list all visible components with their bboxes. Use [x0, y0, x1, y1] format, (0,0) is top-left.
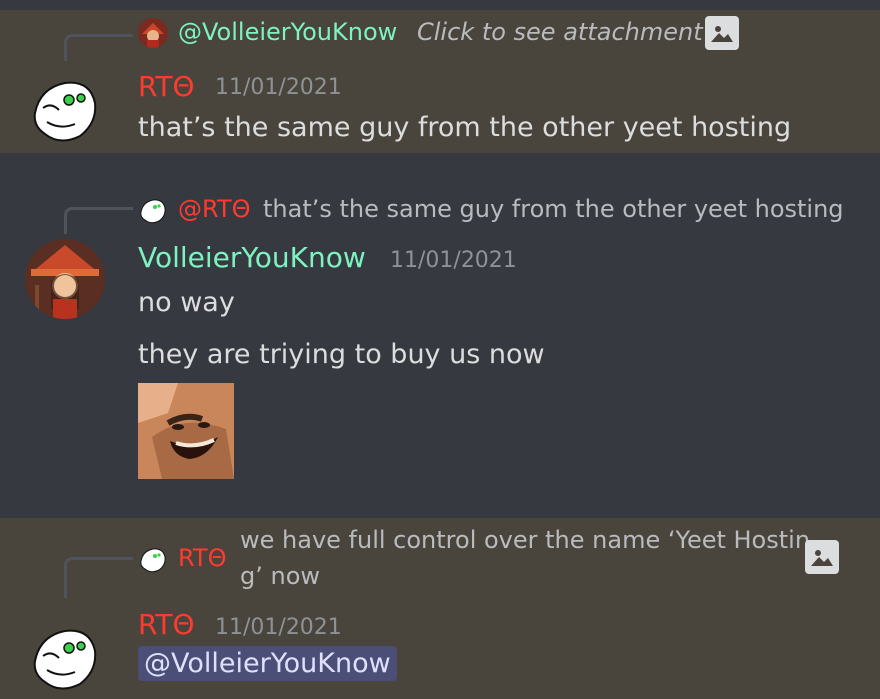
reply-mention[interactable]: @VolleierYouKnow [178, 18, 397, 46]
replied-user-avatar[interactable] [138, 18, 168, 48]
author-avatar[interactable] [25, 616, 105, 696]
replied-user-avatar[interactable] [138, 195, 168, 225]
author-name[interactable]: RTΘ [138, 608, 195, 641]
reply-connector [64, 557, 133, 598]
message-volleier[interactable]: @RTΘ that’s the same guy from the other … [0, 153, 880, 518]
reply-preview-text[interactable]: Click to see attachment [417, 18, 703, 46]
message-rto-1[interactable]: @VolleierYouKnow Click to see attachment… [0, 10, 880, 153]
image-icon [705, 16, 739, 50]
author-name[interactable]: RTΘ [138, 70, 195, 103]
reply-mention[interactable]: RTΘ [178, 544, 226, 572]
image-icon [805, 540, 839, 574]
reply-preview-text[interactable]: we have full control over the name ‘Yeet… [240, 526, 810, 554]
timestamp: 11/01/2021 [390, 248, 517, 273]
message-text: that’s the same guy from the other yeet … [138, 112, 792, 143]
message-text: no way [138, 287, 235, 318]
author-avatar[interactable] [25, 239, 105, 319]
top-divider [0, 0, 880, 10]
timestamp: 11/01/2021 [215, 615, 342, 640]
user-mention[interactable]: @VolleierYouKnow [138, 646, 397, 681]
replied-user-avatar[interactable] [138, 544, 168, 574]
author-name[interactable]: VolleierYouKnow [138, 241, 366, 274]
laughing-man-emote[interactable] [138, 383, 234, 479]
message-text: they are triying to buy us now [138, 339, 545, 370]
reply-preview-text[interactable]: that’s the same guy from the other yeet … [263, 195, 844, 223]
reply-connector [64, 34, 133, 61]
timestamp: 11/01/2021 [215, 75, 342, 100]
reply-preview-text-continued[interactable]: g’ now [240, 562, 320, 590]
reply-connector [64, 207, 133, 234]
reply-mention[interactable]: @RTΘ [178, 195, 250, 223]
message-rto-2[interactable]: RTΘ we have full control over the name ‘… [0, 518, 880, 699]
author-avatar[interactable] [25, 68, 105, 148]
